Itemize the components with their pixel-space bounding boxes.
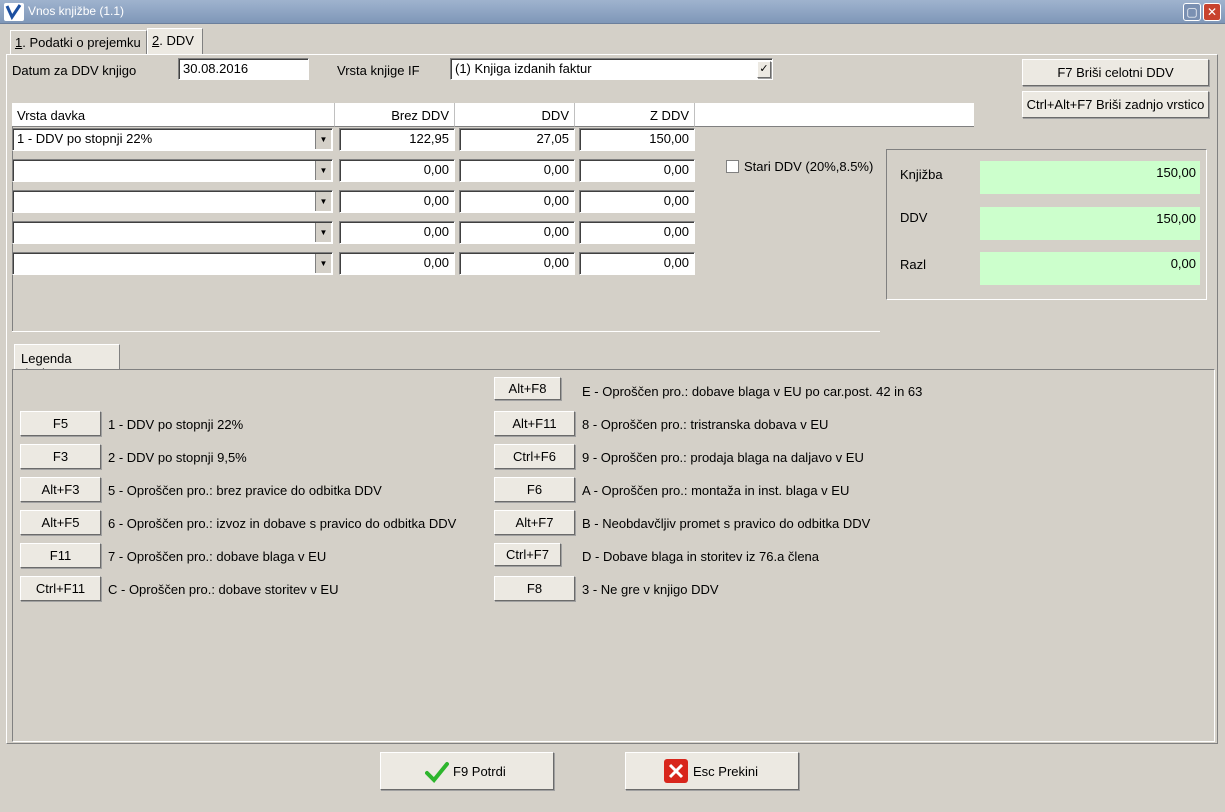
hotkey-ctrl-f6-button[interactable]: Ctrl+F6 [494,444,575,469]
razl-label: Razl [900,257,927,272]
chevron-down-icon[interactable]: ▼ [315,254,331,273]
maximize-button[interactable]: ▢ [1183,3,1201,21]
hotkey-ctrl-f11-button[interactable]: Ctrl+F11 [20,576,101,601]
legend-desc: E - Oproščen pro.: dobave blaga v EU po … [582,384,923,399]
legend-desc: B - Neobdavčljiv promet s pravico do odb… [582,516,871,531]
col-header-brez-ddv: Brez DDV [335,103,455,127]
confirm-button[interactable]: F9 Potrdi [380,752,554,790]
date-input[interactable]: 30.08.2016 [178,58,309,80]
knjizba-value: 150,00 [980,161,1200,194]
legend-desc: A - Oproščen pro.: montaža in inst. blag… [582,483,850,498]
knjizba-label: Knjižba [900,167,943,182]
hotkey-alt-f8-button[interactable]: Alt+F8 [494,377,561,400]
table-row-z-ddv[interactable]: 0,00 [579,159,695,182]
legend-desc: 3 - Ne gre v knjigo DDV [582,582,719,597]
table-row-z-ddv[interactable]: 0,00 [579,252,695,275]
title-bar[interactable] [0,0,1225,24]
table-row-vat-type[interactable] [12,159,333,182]
table-row-z-ddv[interactable]: 0,00 [579,190,695,213]
table-row-z-ddv[interactable]: 0,00 [579,221,695,244]
hotkey-alt-f5-button[interactable]: Alt+F5 [20,510,101,535]
table-row-ddv[interactable]: 0,00 [459,252,575,275]
table-row-brez-ddv[interactable]: 0,00 [339,252,455,275]
legend-desc: 8 - Oproščen pro.: tristranska dobava v … [582,417,829,432]
table-row-vat-type[interactable] [12,252,333,275]
chevron-down-icon[interactable]: ▼ [315,161,331,180]
book-type-select[interactable]: (1) Knjiga izdanih faktur [450,58,773,80]
chevron-down-icon[interactable]: ▼ [315,130,331,149]
legend-desc: 9 - Oproščen pro.: prodaja blaga na dalj… [582,450,864,465]
legend-desc: 5 - Oproščen pro.: brez pravice do odbit… [108,483,382,498]
ddv-sum-value: 150,00 [980,207,1200,240]
legend-desc: 6 - Oproščen pro.: izvoz in dobave s pra… [108,516,457,531]
hotkey-ctrl-f7-button[interactable]: Ctrl+F7 [494,543,561,566]
hotkey-alt-f7-button[interactable]: Alt+F7 [494,510,575,535]
table-row-vat-type[interactable] [12,190,333,213]
table-row-ddv[interactable]: 0,00 [459,159,575,182]
tab-label: . Podatki o prejemku [22,35,141,50]
app-logo-icon [4,3,24,21]
tab-label: . DDV [159,33,194,48]
table-row-brez-ddv[interactable]: 122,95 [339,128,455,151]
col-header-ddv: DDV [455,103,575,127]
cancel-label: Esc Prekini [693,764,759,779]
col-header-z-ddv: Z DDV [575,103,695,127]
hotkey-f11-button[interactable]: F11 [20,543,101,568]
table-row-vat-type[interactable]: 1 - DDV po stopnji 22% [12,128,333,151]
table-row-ddv[interactable]: 0,00 [459,221,575,244]
table-row-vat-type[interactable] [12,221,333,244]
table-row-ddv[interactable]: 27,05 [459,128,575,151]
legend-desc: D - Dobave blaga in storitev iz 76.a čle… [582,549,820,564]
col-header-blank [695,103,974,127]
maximize-icon: ▢ [1186,5,1198,19]
hotkey-alt-f3-button[interactable]: Alt+F3 [20,477,101,502]
confirm-label: F9 Potrdi [453,764,506,779]
legend-desc: 7 - Oproščen pro.: dobave blaga v EU [108,549,327,564]
vat-type-value: 1 - DDV po stopnji 22% [17,131,153,146]
checkmark-icon [425,761,449,786]
window-title: Vnos knjižbe (1.1) [28,4,125,18]
table-row-z-ddv[interactable]: 150,00 [579,128,695,151]
hotkey-f3-button[interactable]: F3 [20,444,101,469]
legend-desc: 2 - DDV po stopnji 9,5% [108,450,247,465]
old-vat-label: Stari DDV (20%,8.5%) [744,159,874,174]
book-type-label: Vrsta knjige IF [337,63,420,78]
table-row-ddv[interactable]: 0,00 [459,190,575,213]
checkmark-icon[interactable]: ✓ [757,61,771,78]
divider [12,331,880,332]
legend-desc: 1 - DDV po stopnji 22% [108,417,244,432]
cancel-button[interactable]: Esc Prekini [625,752,799,790]
cancel-x-icon [664,759,688,786]
chevron-down-icon[interactable]: ▼ [315,192,331,211]
tab-legenda-davkov[interactable]: Legenda davkov [14,344,120,381]
hotkey-f6-button[interactable]: F6 [494,477,575,502]
table-row-brez-ddv[interactable]: 0,00 [339,190,455,213]
table-row-brez-ddv[interactable]: 0,00 [339,159,455,182]
close-icon: ✕ [1206,5,1218,19]
ddv-sum-label: DDV [900,210,928,225]
hotkey-f8-button[interactable]: F8 [494,576,575,601]
table-row-brez-ddv[interactable]: 0,00 [339,221,455,244]
tab-podatki-o-prejemku[interactable]: 1. Podatki o prejemku [10,30,147,54]
legend-desc: C - Oproščen pro.: dobave storitev v EU [108,582,339,597]
delete-last-row-button[interactable]: Ctrl+Alt+F7 Briši zadnjo vrstico [1022,91,1209,118]
date-label: Datum za DDV knjigo [12,63,137,78]
hotkey-f5-button[interactable]: F5 [20,411,101,436]
delete-all-vat-button[interactable]: F7 Briši celotni DDV [1022,59,1209,86]
razl-value: 0,00 [980,252,1200,285]
col-header-vrsta-davka: Vrsta davka [12,103,335,127]
hotkey-alt-f11-button[interactable]: Alt+F11 [494,411,575,436]
book-type-value: (1) Knjiga izdanih faktur [455,61,592,76]
old-vat-checkbox[interactable] [726,160,739,173]
close-button[interactable]: ✕ [1203,3,1221,21]
chevron-down-icon[interactable]: ▼ [315,223,331,242]
tab-ddv[interactable]: 2. DDV [147,28,203,55]
